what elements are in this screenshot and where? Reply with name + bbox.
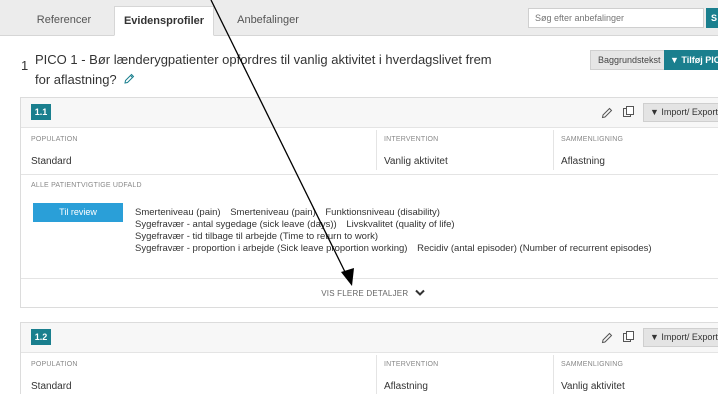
search-input[interactable] bbox=[528, 8, 704, 28]
population-label: POPULATION bbox=[31, 136, 78, 143]
row-divider bbox=[21, 174, 718, 175]
comparison-label: SAMMENLIGNING bbox=[561, 136, 624, 143]
import-export-button[interactable]: ▼ Import/ Export bbox=[643, 328, 718, 347]
tab-evidensprofiler[interactable]: Evidensprofiler bbox=[114, 6, 214, 36]
outcome-item: Livskvalitet (quality of life) bbox=[346, 219, 455, 230]
intervention-label: INTERVENTION bbox=[384, 361, 439, 368]
column-divider bbox=[553, 355, 554, 394]
background-text-button[interactable]: Baggrundstekst bbox=[590, 50, 669, 70]
outcome-line: Sygefravær - tid tilbage til arbejde (Ti… bbox=[135, 231, 659, 243]
tab-anbefalinger[interactable]: Anbefalinger bbox=[222, 6, 314, 36]
intervention-value: Aflastning bbox=[384, 381, 428, 392]
outcome-item: Funktionsniveau (disability) bbox=[325, 207, 440, 218]
chevron-down-icon bbox=[411, 289, 425, 298]
column-divider bbox=[553, 130, 554, 170]
pencil-icon[interactable] bbox=[123, 71, 135, 84]
pico-number: 1 bbox=[21, 58, 29, 73]
outcome-item: Sygefravær - tid tilbage til arbejde (Ti… bbox=[135, 231, 379, 242]
outcome-line: Sygefravær - proportion i arbejde (Sick … bbox=[135, 243, 659, 255]
card-header: 1.1 ▼ Import/ Export bbox=[21, 98, 718, 128]
intervention-label: INTERVENTION bbox=[384, 136, 439, 143]
population-label: POPULATION bbox=[31, 361, 78, 368]
page-title: PICO 1 - Bør lænderygpatienter opfordres… bbox=[35, 50, 505, 90]
card-badge: 1.1 bbox=[31, 104, 51, 120]
outcomes-label: ALLE PATIENTVIGTIGE UDFALD bbox=[31, 182, 142, 189]
pico-card: 1.2 ▼ Import/ Export POPULATION Standard… bbox=[20, 322, 718, 394]
outcome-line: Smerteniveau (pain) Smerteniveau (pain) … bbox=[135, 207, 659, 219]
pico-title-text: PICO 1 - Bør lænderygpatienter opfordres… bbox=[35, 52, 492, 87]
population-value: Standard bbox=[31, 381, 72, 392]
review-button[interactable]: Til review bbox=[33, 203, 123, 222]
comparison-value: Vanlig aktivitet bbox=[561, 381, 625, 392]
pencil-icon[interactable] bbox=[601, 106, 613, 119]
outcome-item: Sygefravær - antal sygedage (sick leave … bbox=[135, 219, 337, 230]
details-link-label: VIS FLERE DETALJER bbox=[321, 289, 409, 298]
pencil-icon[interactable] bbox=[601, 331, 613, 344]
copy-icon[interactable] bbox=[622, 105, 635, 118]
top-tab-bar: Referencer Evidensprofiler Anbefalinger … bbox=[0, 0, 718, 36]
outcome-item: Smerteniveau (pain) bbox=[230, 207, 316, 218]
outcome-list: Smerteniveau (pain) Smerteniveau (pain) … bbox=[135, 207, 659, 255]
search-button[interactable]: S bbox=[706, 8, 718, 28]
column-divider bbox=[376, 355, 377, 394]
show-more-details-link[interactable]: VIS FLERE DETALJER bbox=[21, 278, 718, 308]
pico-card: 1.1 ▼ Import/ Export POPULATION Standard… bbox=[20, 97, 718, 308]
outcome-item: Recidiv (antal episoder) (Number of recu… bbox=[417, 243, 652, 254]
population-value: Standard bbox=[31, 156, 72, 167]
column-divider bbox=[376, 130, 377, 170]
add-pico-button[interactable]: ▼ Tilføj PICO bbox=[664, 50, 718, 70]
outcome-item: Sygefravær - proportion i arbejde (Sick … bbox=[135, 243, 408, 254]
outcome-item: Smerteniveau (pain) bbox=[135, 207, 221, 218]
card-header: 1.2 ▼ Import/ Export bbox=[21, 323, 718, 353]
comparison-label: SAMMENLIGNING bbox=[561, 361, 624, 368]
tab-referencer[interactable]: Referencer bbox=[21, 6, 107, 36]
import-export-button[interactable]: ▼ Import/ Export bbox=[643, 103, 718, 122]
comparison-value: Aflastning bbox=[561, 156, 605, 167]
copy-icon[interactable] bbox=[622, 330, 635, 343]
outcome-line: Sygefravær - antal sygedage (sick leave … bbox=[135, 219, 659, 231]
intervention-value: Vanlig aktivitet bbox=[384, 156, 448, 167]
card-badge: 1.2 bbox=[31, 329, 51, 345]
